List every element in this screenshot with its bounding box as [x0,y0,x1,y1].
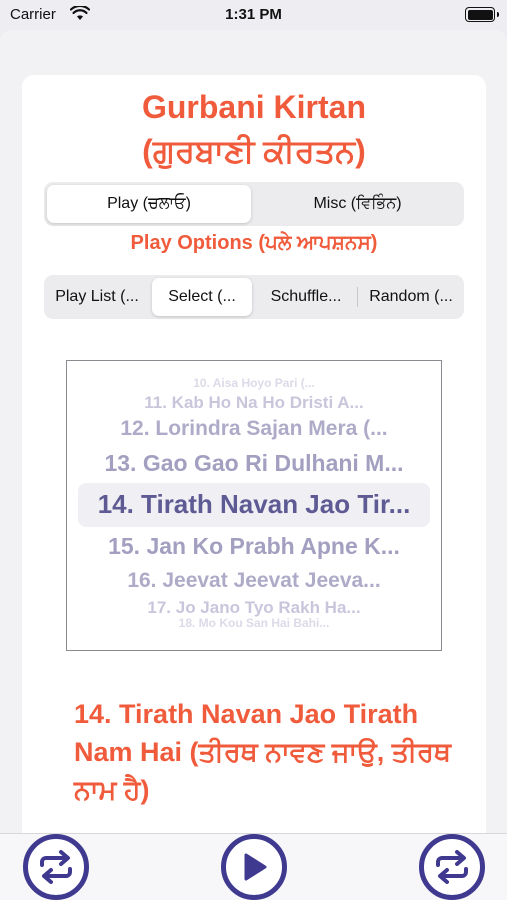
play-button[interactable] [221,834,287,900]
option-play-list[interactable]: Play List (... [46,278,148,316]
picker-row-selected[interactable]: 14. Tirath Navan Jao Tir... [67,489,441,520]
option-select[interactable]: Select (... [152,278,252,316]
status-bar: Carrier 1:31 PM [0,0,507,30]
picker-row[interactable]: 17. Jo Jano Tyo Rakh Ha... [67,598,441,618]
option-random[interactable]: Random (... [360,278,462,316]
picker-row[interactable]: 15. Jan Ko Prabh Apne K... [67,533,441,560]
picker-row[interactable]: 13. Gao Gao Ri Dulhani M... [67,450,441,477]
modal-sheet: Gurbani Kirtan (ਗੁਰਬਾਣੀ ਕੀਰਤਨ) Play (ਚਲਾ… [0,30,507,900]
segment-divider [357,287,358,307]
repeat-icon [40,850,72,884]
battery-icon [465,7,499,22]
repeat-right-button[interactable] [419,834,485,900]
picker-row[interactable]: 10. Aisa Hoyo Pari (... [67,376,441,390]
picker-row[interactable]: 12. Lorindra Sajan Mera (... [67,417,441,441]
play-icon [244,853,267,881]
repeat-left-button[interactable] [23,834,89,900]
page-subtitle: (ਗੁਰਬਾਣੀ ਕੀਰਤਨ) [142,133,366,169]
repeat-icon [436,850,468,884]
page-title: Gurbani Kirtan [141,89,366,125]
main-segmented-control: Play (ਚਲਾਓ) Misc (ਵਿਭਿੰਨ) [44,182,464,226]
status-time: 1:31 PM [225,6,282,23]
picker-row[interactable]: 18. Mo Kou San Hai Bahi... [67,616,441,630]
option-shuffle[interactable]: Schuffle... [255,278,357,316]
tab-misc[interactable]: Misc (ਵਿਭਿੰਨ) [254,185,461,223]
picker-row[interactable]: 11. Kab Ho Na Ho Dristi A... [67,393,441,413]
current-track-title: 14. Tirath Navan Jao Tirath Nam Hai (ਤੀਰ… [74,699,452,805]
tab-play[interactable]: Play (ਚਲਾਓ) [47,185,251,223]
play-options-segmented-control: Play List (... Select (... Schuffle... R… [44,275,464,319]
play-options-label: Play Options (ਪਲੇ ਆਪਸ਼ਨਸ) [130,232,378,254]
track-picker[interactable]: 10. Aisa Hoyo Pari (... 11. Kab Ho Na Ho… [66,360,442,651]
picker-row[interactable]: 16. Jeevat Jeevat Jeeva... [67,569,441,593]
